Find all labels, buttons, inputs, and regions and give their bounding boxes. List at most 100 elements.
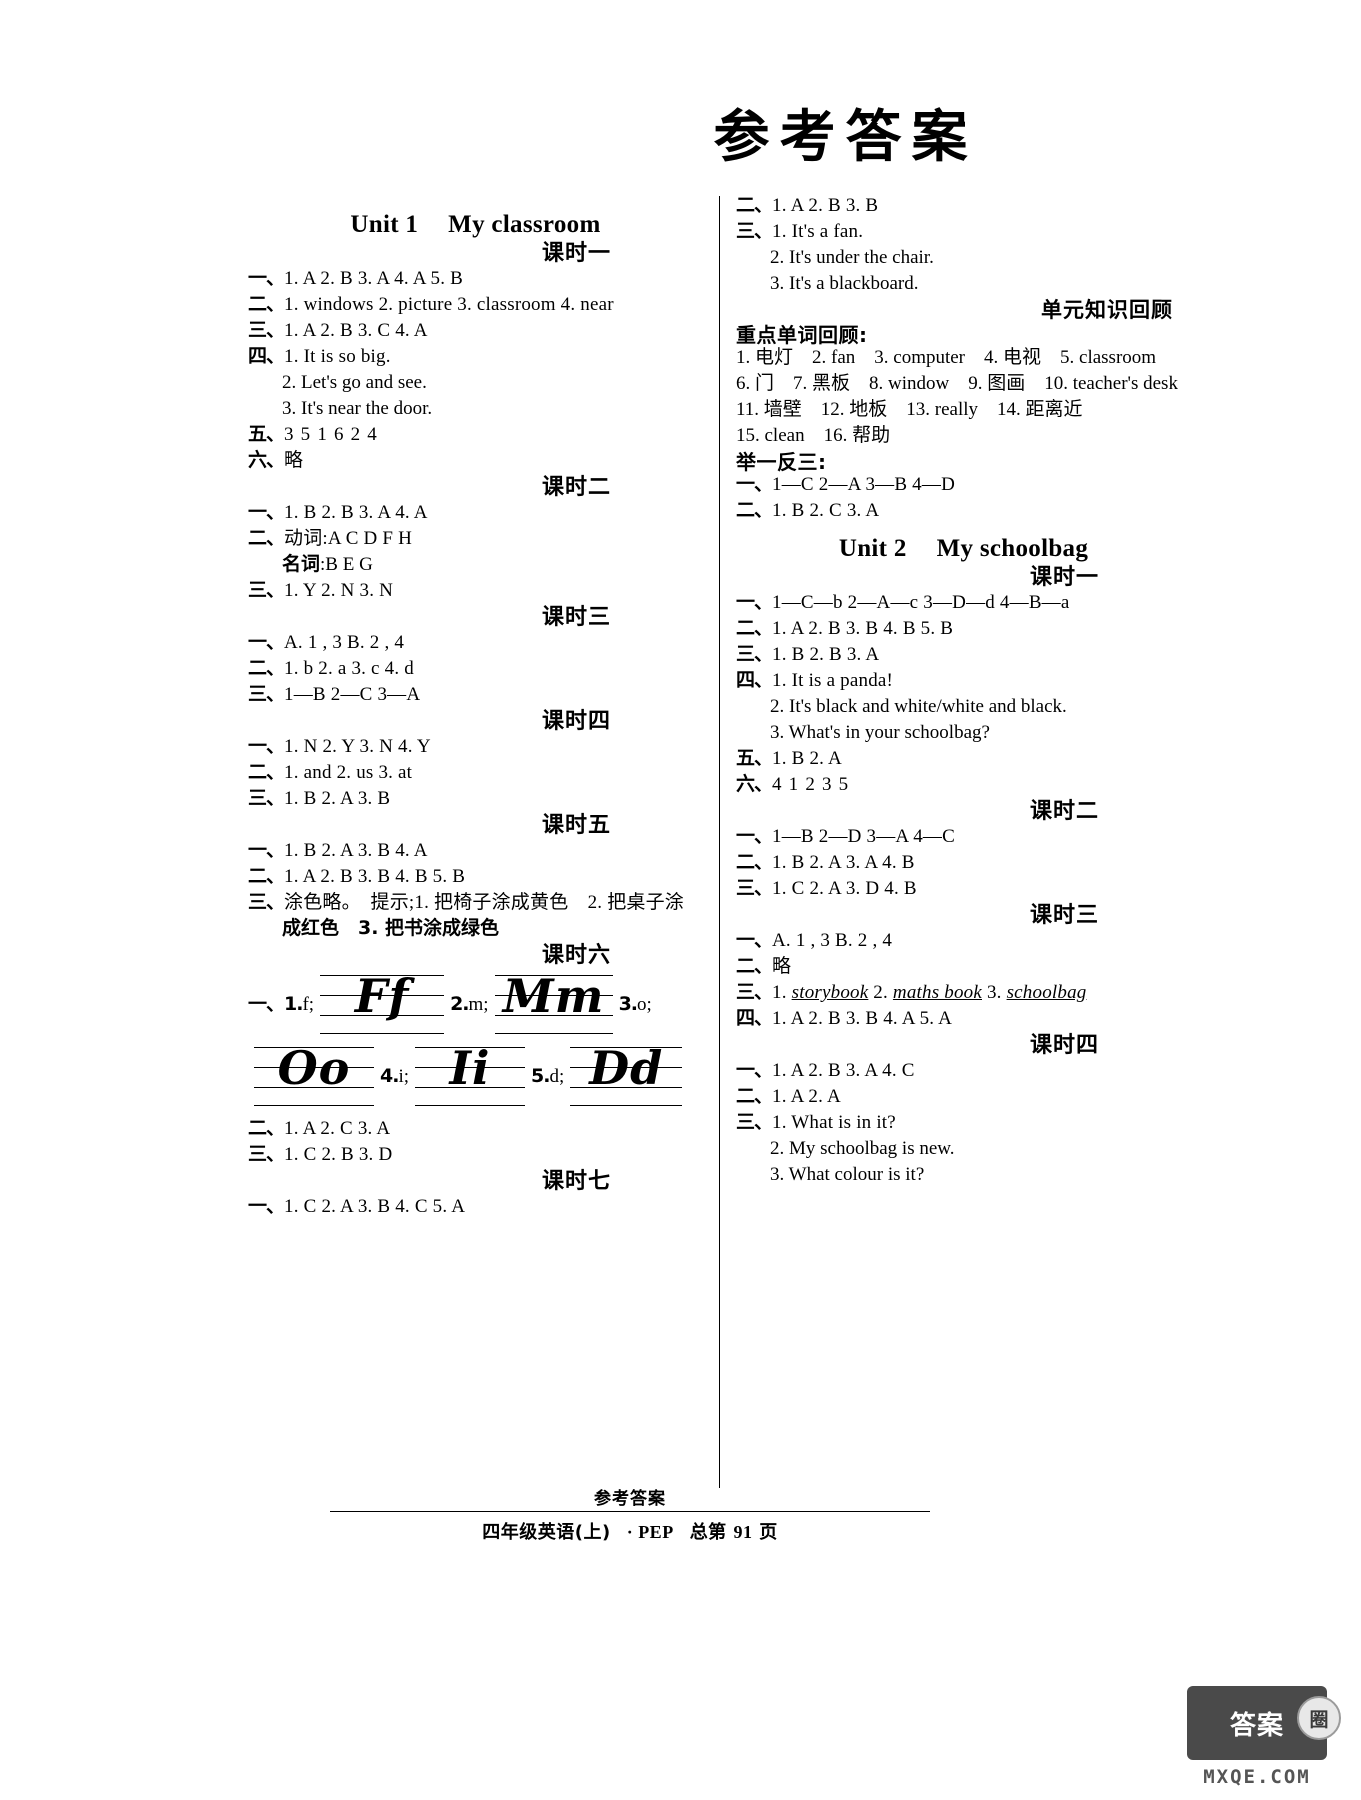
page-title: 参考答案 (713, 105, 978, 170)
handwriting-row: Oo 4.i; Ii 5.d; Dd (248, 1041, 703, 1109)
vocab-line: 6. 门 7. 黑板 8. window 9. 图画 10. teacher's… (736, 373, 1178, 394)
two-column-body: Unit 1 My classroom 课时一 一、 1. A 2. B 3. A … (248, 196, 1178, 1496)
answer-row: 三、 1. A 2. B 3. C 4. A (248, 319, 703, 341)
answer-index: 四、 (248, 345, 285, 367)
answer-body: A. 1 , 3 B. 2 , 4 (772, 930, 893, 951)
answer-body: 1. storybook 2. maths book 3. schoolbag (772, 983, 1086, 1002)
answer-index: 二、 (736, 499, 773, 521)
answer-continuation: 3. It's near the door. (282, 398, 433, 419)
answer-row: 四、 1. It is so big. (248, 345, 703, 367)
answer-body: :B E G (320, 554, 373, 575)
answer-row: 二、 1. A 2. C 3. A (248, 1118, 703, 1139)
answer-index: 三、 (248, 319, 285, 341)
subsection-heading: 举一反三: (736, 450, 827, 474)
answer-row: 三、 1. B 2. B 3. A (736, 643, 1191, 665)
answer-index: 一、 (736, 929, 773, 951)
lesson-heading: 课时七 (541, 1169, 611, 1194)
answer-body: 略 (284, 450, 304, 471)
answer-row: 一、 1. N 2. Y 3. N 4. Y (248, 737, 703, 757)
lesson-heading: 课时二 (541, 475, 611, 500)
answer-row: 二、 1. windows 2. picture 3. classroom 4. … (248, 293, 703, 315)
answer-body: 1. It is so big. (284, 346, 391, 367)
answer-index: 二、 (736, 851, 773, 873)
answer-row: 一、 1—B 2—D 3—A 4—C (736, 827, 1191, 847)
handwriting-glyph: Ff (354, 969, 410, 1023)
answer-row: 二、 动词:A C D F H (248, 528, 703, 549)
answer-part: 2. (868, 982, 893, 1003)
answer-index: 一、 (736, 473, 773, 495)
watermark-text: 答案 (1229, 1710, 1284, 1741)
vocab-line: 11. 墙壁 12. 地板 13. really 14. 距离近 (736, 399, 1083, 420)
answer-row: 一、 1—C—b 2—A—c 3—D—d 4—B—a (736, 592, 1191, 613)
handwriting-letter: m; (468, 993, 489, 1015)
answer-body: 1. A 2. B 3. B 4. B 5. B (284, 866, 466, 887)
answer-label-cn: 名词 (282, 553, 321, 575)
answer-index: 二、 (248, 293, 285, 315)
answer-row: 二、 1. B 2. A 3. A 4. B (736, 851, 1191, 873)
watermark: 答案 圈 MXQE.COM (1187, 1686, 1355, 1794)
answer-continuation: 3. What colour is it? (770, 1164, 925, 1185)
unit-number: Unit 1 (350, 211, 419, 238)
answer-body: 1. What is in it? (772, 1112, 896, 1133)
answer-body: 1. A 2. B 3. A 4. A 5. B (284, 268, 464, 289)
answer-index: 一、 (248, 501, 285, 523)
answer-label-cn: 动词 (284, 528, 323, 549)
answer-body: 1. B 2. C 3. A (772, 500, 880, 521)
written-answer: maths book (892, 982, 982, 1003)
answer-index: 三、 (736, 643, 773, 665)
stave-line (254, 1105, 374, 1106)
handwriting-label: 一、1.f; (248, 993, 315, 1015)
answer-index: 三、 (248, 891, 285, 913)
answer-row: 三、 1. What is in it? (736, 1112, 1191, 1133)
answer-row: 一、 1. B 2. B 3. A 4. A (248, 501, 703, 523)
lesson-heading: 课时一 (541, 241, 611, 266)
answer-index: 四、 (736, 1007, 773, 1029)
watermark-circle-icon: 圈 (1297, 1696, 1341, 1740)
answer-part: 3. (982, 982, 1007, 1003)
footer-grade: 四年级英语(上) (482, 1522, 611, 1543)
right-column: 二、 1. A 2. B 3. B 三、 1. It's a fan. 2. It'… (728, 196, 1191, 1496)
answer-row: 三、 1. B 2. A 3. B (248, 787, 703, 809)
answer-index: 二、 (248, 761, 285, 783)
answer-row: 一、 A. 1 , 3 B. 2 , 4 (736, 929, 1191, 951)
answer-row: 二、 1. and 2. us 3. at (248, 761, 703, 783)
answer-index: 二、 (736, 1085, 773, 1107)
vocab-line: 15. clean 16. 帮助 (736, 425, 891, 446)
answer-body: 涂色略。 提示;1. 把椅子涂成黄色 2. 把桌子涂 (284, 892, 684, 913)
handwriting-glyph: Dd (589, 1041, 664, 1095)
answer-body: 1. A 2. C 3. A (284, 1118, 391, 1139)
stave-line (415, 1105, 526, 1106)
answer-row: 六、 4 1 2 3 5 (736, 773, 1191, 795)
stave-line (570, 1105, 683, 1106)
unit-name: My schoolbag (936, 535, 1089, 562)
answer-index: 六、 (736, 773, 773, 795)
handwriting-letter: o; (637, 993, 652, 1015)
footer-page: 总第 91 页 (689, 1522, 778, 1543)
answer-row: 四、 1. It is a panda! (736, 671, 1191, 691)
answer-continuation: 2. My schoolbag is new. (770, 1138, 955, 1159)
handwriting-label: 5.d; (531, 1066, 564, 1086)
answer-index: 三、 (736, 981, 773, 1003)
stave-line (320, 1033, 445, 1034)
answer-body: 1. A 2. B 3. C 4. A (284, 320, 428, 341)
answer-index: 3. (618, 992, 638, 1015)
answer-continuation: 3. What's in your schoolbag? (770, 722, 990, 743)
handwriting-label: 2.m; (450, 993, 489, 1015)
answer-index: 三、 (248, 1143, 285, 1165)
answer-row: 一、 1. B 2. A 3. B 4. A (248, 839, 703, 861)
answer-row: 三、 1. Y 2. N 3. N (248, 580, 703, 601)
handwriting-letter: f; (302, 993, 315, 1015)
answer-row: 二、 1. A 2. A (736, 1085, 1191, 1107)
answer-row: 三、 1. storybook 2. maths book 3. schoolb… (736, 981, 1191, 1003)
answer-row: 三、 1. C 2. A 3. D 4. B (736, 879, 1191, 899)
answer-continuation: 名词:B E G (282, 553, 703, 575)
answer-index: 三、 (248, 787, 285, 809)
answer-index: 一、 (248, 839, 285, 861)
answer-body: 1. Y 2. N 3. N (284, 580, 394, 601)
answer-body: 略 (772, 956, 792, 977)
answer-body: 1—C 2—A 3—B 4—D (772, 474, 956, 495)
answer-continuation: 成红色 3. 把书涂成绿色 (282, 917, 500, 939)
answer-continuation: 2. It's under the chair. (770, 247, 934, 268)
answer-body: 1. A 2. B 3. B (772, 195, 879, 216)
answer-body: 1—C—b 2—A—c 3—D—d 4—B—a (772, 592, 1070, 613)
